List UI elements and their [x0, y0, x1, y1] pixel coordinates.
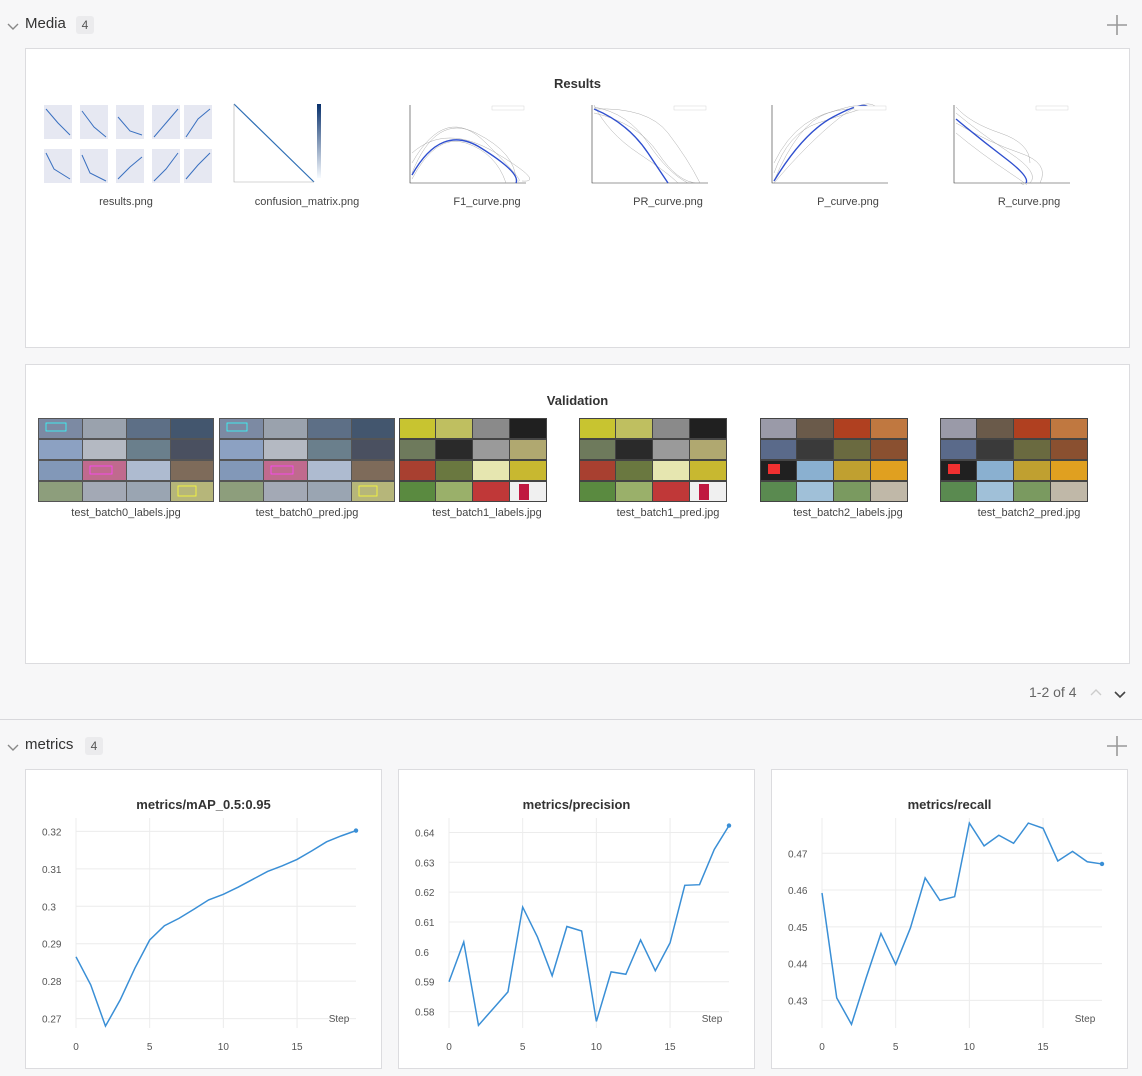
- y-tick-label: 0.31: [42, 865, 62, 876]
- media-section-header[interactable]: Media 4: [0, 10, 1142, 40]
- add-panel-icon[interactable]: [1105, 734, 1129, 758]
- y-tick-label: 0.29: [42, 940, 62, 951]
- count-badge: 4: [85, 737, 103, 755]
- section-title: metrics: [25, 736, 74, 753]
- y-tick-label: 0.62: [415, 888, 435, 899]
- validation-thumbnail[interactable]: [940, 418, 1088, 502]
- validation-thumbnail[interactable]: [579, 418, 727, 502]
- r-curve-thumbnail[interactable]: [950, 103, 1074, 185]
- x-tick-label: 15: [291, 1042, 303, 1053]
- thumbnail-caption: results.png: [99, 196, 153, 208]
- x-tick-label: 10: [964, 1042, 976, 1053]
- thumbnail-caption: confusion_matrix.png: [254, 196, 360, 208]
- count-badge: 4: [76, 16, 94, 34]
- last-point: [353, 828, 359, 833]
- y-tick-label: 0.3: [42, 902, 56, 913]
- panel-title: Validation: [546, 393, 609, 408]
- thumbnail-caption: PR_curve.png: [633, 196, 703, 208]
- x-tick-label: 5: [520, 1042, 526, 1053]
- series-line: [75, 829, 357, 1028]
- last-point: [726, 823, 732, 828]
- metrics-section-header[interactable]: metrics 4: [0, 731, 1142, 761]
- chevron-down-icon[interactable]: [1113, 687, 1127, 701]
- line-chart: 0.58 0.59 0.6 0.61 0.62 0.63 0.64 0 5 10 15 Step: [415, 818, 732, 1053]
- thumbnail-caption: F1_curve.png: [453, 196, 521, 208]
- validation-thumbnail[interactable]: [760, 418, 908, 502]
- y-tick-label: 0.43: [788, 996, 808, 1007]
- y-tick-label: 0.27: [42, 1015, 62, 1026]
- line-chart: 0.27 0.28 0.29 0.3 0.31 0.32 0 5 10 15 Step: [42, 818, 359, 1053]
- thumbnail-caption: test_batch2_labels.jpg: [793, 507, 903, 519]
- chart-panel-map[interactable]: metrics/mAP_0.5:0.95 0.27 0.28 0.29 0.3 0.31…: [25, 769, 382, 1069]
- y-tick-label: 0.28: [42, 977, 62, 988]
- chart-panel-precision[interactable]: metrics/precision 0.58 0.59 0.6 0.61 0.62 0.6…: [398, 769, 755, 1069]
- thumbnail-caption: R_curve.png: [997, 196, 1061, 208]
- panel-title: Results: [554, 76, 601, 91]
- x-tick-label: 0: [73, 1042, 79, 1053]
- x-axis-label: Step: [702, 1014, 723, 1025]
- section-title: Media: [25, 15, 66, 32]
- p-curve-thumbnail[interactable]: [768, 103, 892, 185]
- chevron-down-icon[interactable]: [5, 18, 21, 34]
- y-tick-label: 0.63: [415, 858, 435, 869]
- chart-panel-recall[interactable]: metrics/recall 0.43 0.44 0.45 0.46 0.47 0 5 10 1…: [771, 769, 1128, 1069]
- y-tick-label: 0.64: [415, 828, 435, 839]
- add-panel-icon[interactable]: [1105, 13, 1129, 37]
- y-tick-label: 0.44: [788, 960, 808, 971]
- x-tick-label: 10: [218, 1042, 230, 1053]
- y-tick-label: 0.58: [415, 1008, 435, 1019]
- last-point: [1099, 861, 1105, 867]
- y-tick-label: 0.59: [415, 978, 435, 989]
- y-tick-label: 0.6: [415, 948, 429, 959]
- x-tick-label: 0: [446, 1042, 452, 1053]
- thumbnail-caption: test_batch0_labels.jpg: [71, 507, 181, 519]
- chevron-down-icon[interactable]: [5, 739, 21, 755]
- x-tick-label: 5: [147, 1042, 153, 1053]
- x-axis-label: Step: [1075, 1014, 1096, 1025]
- pagination-label: 1-2 of 4: [1029, 684, 1077, 700]
- y-tick-label: 0.32: [42, 827, 62, 838]
- line-chart: 0.43 0.44 0.45 0.46 0.47 0 5 10 15 Step: [788, 818, 1105, 1053]
- x-tick-label: 0: [819, 1042, 825, 1053]
- x-tick-label: 15: [664, 1042, 676, 1053]
- series-line: [448, 825, 730, 1027]
- f1-curve-thumbnail[interactable]: [406, 103, 530, 185]
- thumbnail-caption: P_curve.png: [817, 196, 879, 208]
- y-tick-label: 0.61: [415, 918, 435, 929]
- confusion-matrix-thumbnail[interactable]: [228, 102, 324, 186]
- thumbnail-caption: test_batch1_labels.jpg: [432, 507, 542, 519]
- thumbnail-caption: test_batch2_pred.jpg: [977, 507, 1081, 519]
- validation-thumbnail[interactable]: [219, 418, 395, 502]
- x-tick-label: 15: [1037, 1042, 1049, 1053]
- thumbnail-caption: test_batch0_pred.jpg: [255, 507, 359, 519]
- y-tick-label: 0.47: [788, 849, 808, 860]
- section-divider: [0, 719, 1142, 720]
- x-tick-label: 5: [893, 1042, 899, 1053]
- x-tick-label: 10: [591, 1042, 603, 1053]
- validation-thumbnail[interactable]: [399, 418, 547, 502]
- x-axis-label: Step: [329, 1014, 350, 1025]
- chevron-up-icon[interactable]: [1089, 686, 1103, 700]
- validation-thumbnail[interactable]: [38, 418, 214, 502]
- pr-curve-thumbnail[interactable]: [588, 103, 712, 185]
- thumbnail-caption: test_batch1_pred.jpg: [616, 507, 720, 519]
- y-tick-label: 0.46: [788, 886, 808, 897]
- results-thumbnail[interactable]: [38, 103, 214, 185]
- y-tick-label: 0.45: [788, 923, 808, 934]
